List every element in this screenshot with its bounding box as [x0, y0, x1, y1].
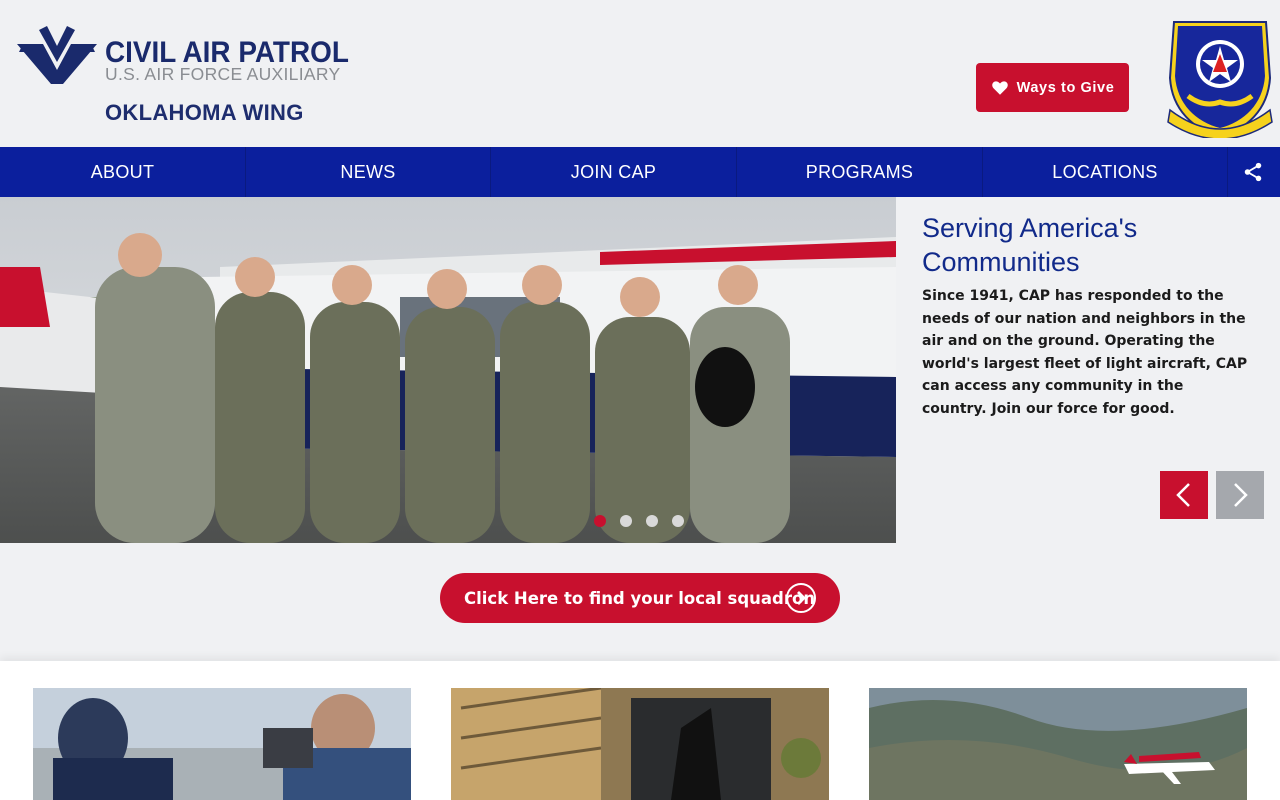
- hero-image: [0, 197, 896, 543]
- cadets-photo: [0, 197, 896, 543]
- logo-subtitle: U.S. AIR FORCE AUXILIARY: [105, 64, 341, 84]
- hero-text: Serving America's Communities Since 1941…: [922, 211, 1262, 420]
- nav-about[interactable]: ABOUT: [0, 147, 246, 197]
- hero-body: Since 1941, CAP has responded to the nee…: [922, 288, 1248, 417]
- carousel-dot-4[interactable]: [672, 515, 684, 527]
- cap-logo[interactable]: CIVIL AIR PATROL U.S. AIR FORCE AUXILIAR…: [17, 22, 349, 86]
- share-button[interactable]: [1228, 147, 1278, 197]
- carousel-dots: [594, 515, 684, 527]
- feature-card-1[interactable]: [33, 688, 411, 800]
- feature-cards: [0, 661, 1280, 800]
- hero-title: Serving America's Communities: [922, 213, 1138, 277]
- carousel-next-button[interactable]: [1216, 471, 1264, 519]
- carousel-dot-3[interactable]: [646, 515, 658, 527]
- find-squadron-section: Click Here to find your local squadron: [0, 543, 1280, 661]
- card-2-image: [451, 688, 829, 800]
- carousel-prev-button[interactable]: [1160, 471, 1208, 519]
- find-squadron-label: Click Here to find your local squadron: [464, 588, 816, 608]
- cap-wing-icon: [17, 26, 97, 84]
- feature-card-3[interactable]: [869, 688, 1247, 800]
- nav-locations[interactable]: LOCATIONS: [983, 147, 1228, 197]
- wing-title: OKLAHOMA WING: [105, 100, 304, 125]
- carousel-dot-2[interactable]: [620, 515, 632, 527]
- chevron-left-icon: [1176, 483, 1190, 507]
- site-header: CIVIL AIR PATROL U.S. AIR FORCE AUXILIAR…: [0, 0, 1280, 147]
- share-icon: [1244, 162, 1262, 182]
- nav-programs[interactable]: PROGRAMS: [737, 147, 983, 197]
- main-nav: ABOUT NEWS JOIN CAP PROGRAMS LOCATIONS: [0, 147, 1280, 197]
- ways-to-give-label: Ways to Give: [1016, 79, 1115, 96]
- oklahoma-wing-crest: [1160, 18, 1280, 140]
- hero-carousel: Serving America's Communities Since 1941…: [0, 197, 1280, 543]
- carousel-dot-1[interactable]: [594, 515, 606, 527]
- chevron-right-icon: [1234, 483, 1248, 507]
- nav-news[interactable]: NEWS: [246, 147, 491, 197]
- wing-crest-icon: [1167, 21, 1273, 140]
- chevron-right-circle-icon: [786, 583, 816, 613]
- find-squadron-button[interactable]: Click Here to find your local squadron: [440, 573, 840, 623]
- feature-card-2[interactable]: [451, 688, 829, 800]
- card-3-image: [869, 688, 1247, 800]
- ways-to-give-button[interactable]: Ways to Give: [976, 63, 1129, 112]
- card-1-image: [33, 688, 411, 800]
- heart-icon: [991, 80, 1008, 95]
- nav-join-cap[interactable]: JOIN CAP: [491, 147, 737, 197]
